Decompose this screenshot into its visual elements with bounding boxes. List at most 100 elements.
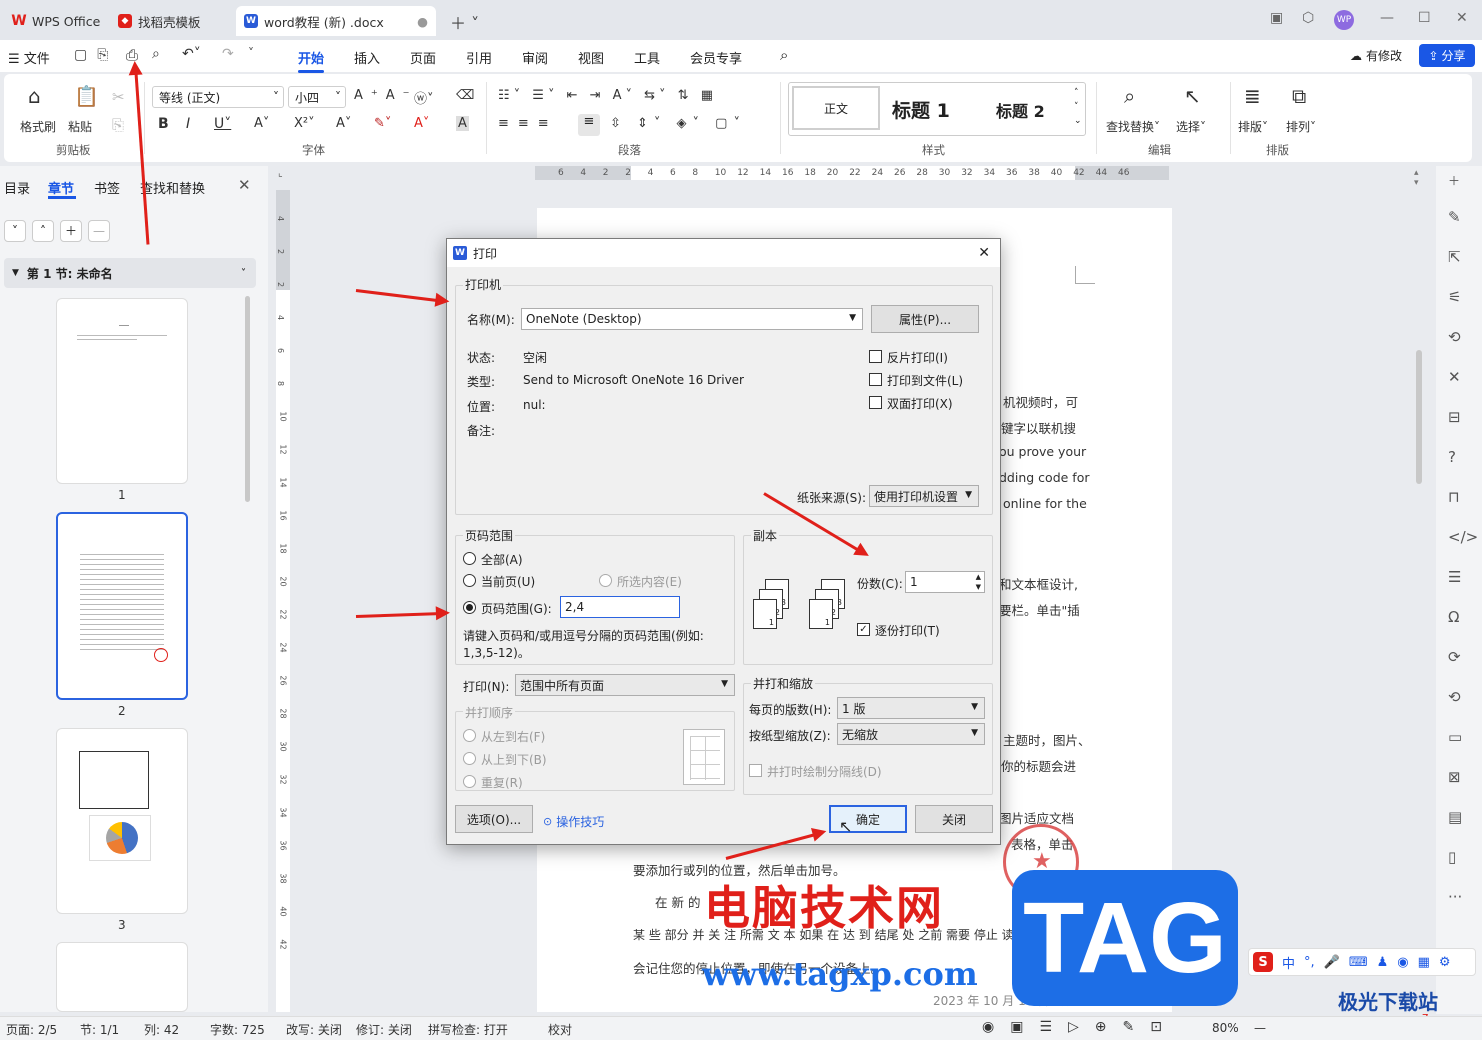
reverse-print-checkbox[interactable]	[869, 350, 882, 363]
expand-icon[interactable]: ˄	[32, 220, 54, 242]
arrange-button[interactable]: 排列˅	[1286, 118, 1316, 135]
spinner-icon[interactable]: ▲ ▼	[976, 572, 981, 592]
maximize-icon[interactable]: ☐	[1418, 10, 1431, 26]
tab-chapters[interactable]: 章节	[48, 178, 74, 197]
section-header[interactable]: ▼ 第 1 节: 未命名 ˅	[4, 258, 256, 288]
repeat-radio[interactable]	[463, 775, 476, 788]
search-icon[interactable]: ⌕	[780, 46, 788, 64]
select-cursor-icon[interactable]: ↖	[1184, 84, 1201, 108]
tab-template[interactable]: ◆ 找稻壳模板	[110, 6, 209, 36]
tab-wps-office[interactable]: W WPS Office	[4, 6, 108, 36]
align-icons[interactable]: ≡≡≡	[498, 116, 558, 131]
char-shading-icon[interactable]: A	[456, 116, 469, 131]
current-page-radio[interactable]	[463, 574, 476, 587]
close-pane-icon[interactable]: ✕	[238, 176, 251, 194]
revise-status[interactable]: ☁ 有修改	[1350, 47, 1402, 64]
avatar[interactable]: WP	[1334, 10, 1354, 30]
layout-icon[interactable]: ≣	[1244, 84, 1261, 108]
style-icon[interactable]: ⟲	[1448, 328, 1461, 346]
code-icon[interactable]: </>	[1448, 528, 1478, 546]
section-status[interactable]: 节: 1/1	[80, 1021, 119, 1038]
zoom-level[interactable]: 80%	[1212, 1021, 1239, 1035]
highlight-icon[interactable]: ✎˅	[374, 116, 391, 131]
page-thumbnail-4[interactable]	[56, 942, 188, 1012]
page-thumbnail-2[interactable]	[56, 512, 188, 700]
paragraph-icons[interactable]: ⇳ ⇕˅ ◈˅ ▢˅	[610, 116, 746, 131]
menu-tools[interactable]: 工具	[634, 48, 660, 67]
arrange-icon[interactable]: ⧉	[1292, 84, 1306, 108]
left-to-right-radio[interactable]	[463, 729, 476, 742]
phonetic-icon[interactable]: ⓦ˅	[414, 88, 434, 107]
scale-select[interactable]: 无缩放 ▼	[837, 723, 985, 745]
layout-button[interactable]: 排版˅	[1238, 118, 1268, 135]
font-size-grow-icon[interactable]: A⁺A⁻	[354, 88, 418, 103]
tab-bookmarks[interactable]: 书签	[94, 178, 120, 197]
page-range-input[interactable]: 2,4	[560, 596, 680, 618]
ime-toolbar[interactable]: S 中 °, 🎤 ⌨ ♟ ◉ ▦ ⚙	[1248, 948, 1476, 976]
clear-format-icon[interactable]: ⌫	[456, 88, 474, 103]
underline-icon[interactable]: U˅	[214, 116, 231, 132]
draw-lines-checkbox[interactable]	[749, 764, 762, 777]
italic-icon[interactable]: I	[186, 116, 190, 132]
grid-icon[interactable]: ▦	[1418, 955, 1430, 970]
print-preview-icon[interactable]: ⌕	[152, 46, 160, 62]
justify-icon[interactable]: ≡	[578, 114, 600, 136]
paste-button[interactable]: 粘贴	[68, 118, 92, 135]
bold-icon[interactable]: B	[158, 116, 169, 132]
game-icon[interactable]: ◉	[1397, 955, 1408, 970]
file-menu[interactable]: ☰ 文件	[8, 48, 50, 67]
translate-icon[interactable]: ⟳	[1448, 648, 1461, 666]
remove-section-icon[interactable]: —	[88, 220, 110, 242]
redo-icon[interactable]: ↷	[222, 46, 234, 62]
doc-search-icon[interactable]: ▯	[1448, 848, 1456, 866]
proof-status[interactable]: 校对	[548, 1021, 572, 1038]
lock-icon[interactable]: ⊓	[1448, 488, 1460, 506]
cut-icon[interactable]: ✂	[112, 88, 125, 106]
style-normal[interactable]: 正文	[792, 86, 880, 130]
page-status[interactable]: 页面: 2/5	[6, 1021, 57, 1038]
pointer-icon[interactable]: ⇱	[1448, 248, 1461, 266]
menu-reference[interactable]: 引用	[466, 48, 492, 67]
doc-check-icon[interactable]: ▤	[1448, 808, 1462, 826]
help-icon[interactable]: ?	[1448, 448, 1456, 466]
sliders-icon[interactable]: ⚟	[1448, 288, 1461, 306]
menu-insert[interactable]: 插入	[354, 48, 380, 67]
copy-icon[interactable]: ⎘	[112, 116, 124, 134]
font-name-select[interactable]: 等线 (正文) ˅	[152, 86, 284, 108]
mic-icon[interactable]: 🎤	[1324, 955, 1340, 970]
paper-source-select[interactable]: 使用打印机设置 ▼	[869, 485, 979, 507]
menu-review[interactable]: 审阅	[522, 48, 548, 67]
format-painter-icon[interactable]: ⌂	[28, 84, 41, 108]
track-status[interactable]: 修订: 关闭	[356, 1021, 412, 1038]
menu-member[interactable]: 会员专享	[690, 48, 742, 67]
layout-icon[interactable]: ▣	[1270, 10, 1283, 26]
font-color-icon[interactable]: A˅	[414, 116, 429, 131]
folder-icon[interactable]: ▭	[1448, 728, 1462, 746]
select-button[interactable]: 选择˅	[1176, 118, 1206, 135]
style-scroll-icon[interactable]: ˄ ˅ ⌄	[1074, 86, 1082, 128]
style-heading1[interactable]: 标题 1	[892, 96, 950, 123]
bullets-icon[interactable]: ☷˅ ☰˅ ⇤ ⇥ A˅ ⇆˅ ⇅ ▦	[498, 88, 717, 103]
paste-icon[interactable]: 📋	[74, 84, 99, 108]
dialog-close-icon[interactable]: ✕	[978, 245, 990, 261]
duplex-checkbox[interactable]	[869, 396, 882, 409]
list-icon[interactable]: ☰	[1448, 568, 1461, 586]
settings-icon[interactable]: ⚙	[1439, 955, 1451, 970]
selection-radio[interactable]	[599, 574, 612, 587]
more-icon[interactable]: ˅	[248, 46, 254, 60]
word-count[interactable]: 字数: 725	[210, 1021, 265, 1038]
unsaved-dot-icon[interactable]: ●	[417, 14, 428, 29]
tools-icon[interactable]: ✕	[1448, 368, 1461, 386]
pages-per-sheet-select[interactable]: 1 版 ▼	[837, 697, 985, 719]
overwrite-status[interactable]: 改写: 关闭	[286, 1021, 342, 1038]
menu-page[interactable]: 页面	[410, 48, 436, 67]
collapse-icon[interactable]: ˅	[4, 220, 26, 242]
share-button[interactable]: ⇪ 分享	[1419, 44, 1475, 67]
minimize-icon[interactable]: —	[1380, 10, 1394, 26]
superscript-icon[interactable]: X²˅	[294, 116, 315, 131]
text-effect-icon[interactable]: A˅	[336, 116, 351, 131]
view-mode-icons[interactable]: ◉▣☰▷⊕✎⊡	[982, 1019, 1178, 1035]
pane-scrollbar[interactable]	[245, 296, 250, 502]
undo-icon[interactable]: ↶˅	[182, 46, 201, 62]
omega-icon[interactable]: Ω	[1448, 608, 1459, 626]
